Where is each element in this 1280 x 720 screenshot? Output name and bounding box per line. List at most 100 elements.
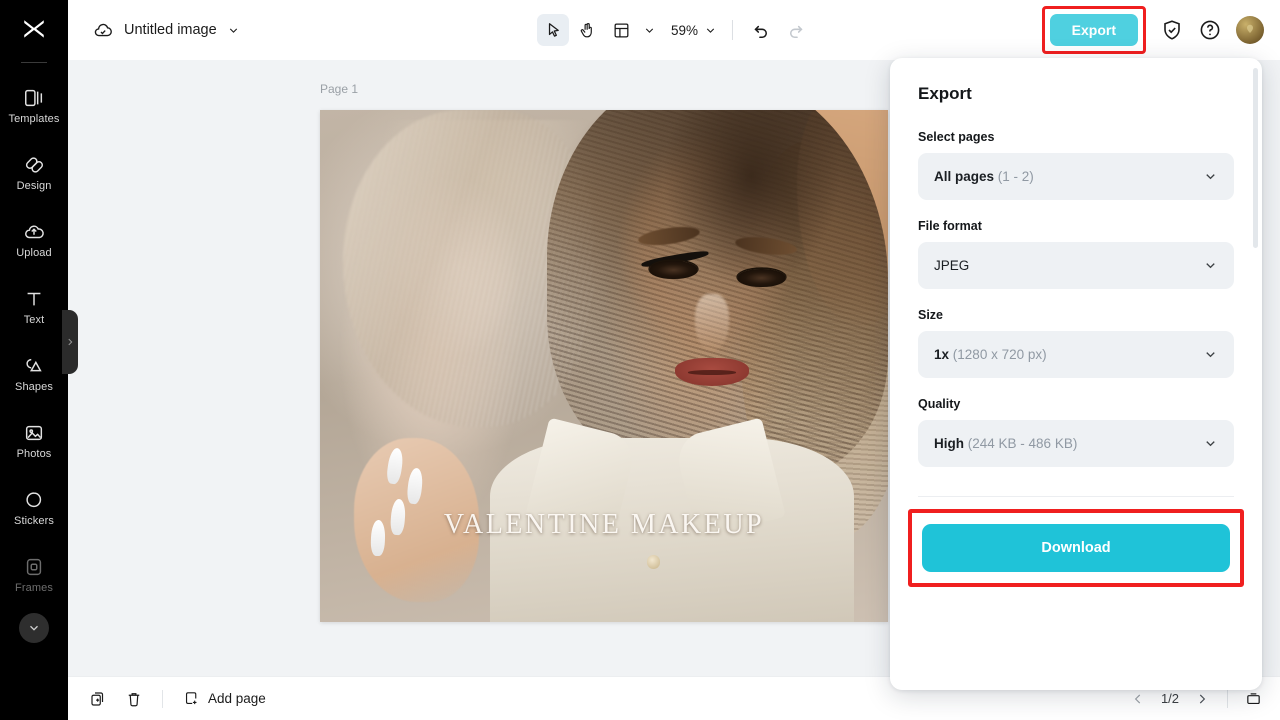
- sidebar-collapse-handle[interactable]: [62, 310, 78, 374]
- capcut-logo-icon: [24, 20, 44, 38]
- quality-value: High (244 KB - 486 KB): [934, 436, 1077, 451]
- select-tool-button[interactable]: [536, 14, 569, 46]
- document-title[interactable]: Untitled image: [124, 22, 217, 38]
- chevron-down-icon: [1206, 263, 1215, 269]
- cloud-check-icon: [94, 23, 112, 37]
- hand-tool-button[interactable]: [571, 14, 603, 46]
- file-format-dropdown[interactable]: JPEG: [918, 242, 1234, 289]
- sidebar-label: Design: [16, 180, 52, 192]
- page-actions: Add page: [68, 683, 274, 715]
- panel-scrollbar[interactable]: [1253, 68, 1258, 248]
- duplicate-page-button[interactable]: [82, 683, 114, 715]
- sidebar-item-templates[interactable]: Templates: [0, 75, 68, 137]
- sidebar-item-shapes[interactable]: Shapes: [0, 343, 68, 405]
- shield-check-icon[interactable]: [1160, 18, 1184, 42]
- download-button-highlight: Download: [908, 509, 1244, 587]
- chevron-down-icon: [30, 625, 38, 631]
- capcut-editor-window: Templates Design Upload Text Shapes Phot…: [0, 0, 1280, 720]
- export-panel-title: Export: [918, 84, 972, 103]
- page-count: 1/2: [1160, 691, 1180, 706]
- add-page-icon: [185, 692, 197, 705]
- undo-button[interactable]: [745, 14, 777, 46]
- canvas-tools: 59%: [536, 14, 811, 46]
- value-strong: All pages: [934, 169, 995, 184]
- download-button[interactable]: Download: [922, 524, 1230, 572]
- chevron-left-icon: [1134, 694, 1141, 703]
- add-page-label: Add page: [208, 691, 266, 706]
- file-format-value: JPEG: [934, 258, 969, 273]
- sidebar-item-photos[interactable]: Photos: [0, 410, 68, 472]
- value-muted: (1280 x 720 px): [952, 347, 1047, 362]
- chevron-down-icon: [706, 27, 714, 33]
- sidebar-item-text[interactable]: Text: [0, 276, 68, 338]
- photos-image-icon: [23, 422, 45, 444]
- chevron-down-icon: [1206, 352, 1215, 358]
- design-page-1[interactable]: VALENTINE MAKEUP: [320, 110, 888, 622]
- quality-dropdown[interactable]: High (244 KB - 486 KB): [918, 420, 1234, 467]
- redo-arrow-icon: [789, 25, 803, 38]
- chevron-right-icon: [68, 338, 73, 346]
- chevron-down-icon: [645, 27, 653, 33]
- sidebar-item-frames[interactable]: Frames: [0, 544, 68, 606]
- artwork-title-text: VALENTINE MAKEUP: [443, 509, 765, 541]
- document-title-group: Untitled image: [68, 19, 240, 41]
- field-label: Quality: [918, 397, 961, 411]
- sidebar-label: Upload: [16, 247, 52, 259]
- hand-icon: [580, 22, 592, 37]
- sidebar-item-upload[interactable]: Upload: [0, 209, 68, 271]
- sidebar-label: Shapes: [15, 381, 53, 393]
- text-t-icon: [23, 288, 45, 310]
- size-dropdown[interactable]: 1x (1280 x 720 px): [918, 331, 1234, 378]
- layout-dropdown-button[interactable]: [639, 15, 659, 45]
- shapes-icon: [23, 355, 45, 377]
- zoom-dropdown-button[interactable]: [700, 15, 720, 45]
- chevron-right-icon: [1199, 694, 1206, 703]
- size-value: 1x (1280 x 720 px): [934, 347, 1047, 362]
- export-button-highlight: Export: [1041, 6, 1146, 54]
- field-quality: Quality High (244 KB - 486 KB): [918, 397, 1234, 467]
- value-strong: 1x: [934, 347, 950, 362]
- sticker-icon: [23, 489, 45, 511]
- sidebar-label: Stickers: [14, 515, 54, 527]
- chevron-down-icon[interactable]: [227, 24, 240, 37]
- artwork-eye-right: [737, 268, 786, 288]
- delete-page-button[interactable]: [118, 683, 150, 715]
- select-pages-dropdown[interactable]: All pages (1 - 2): [918, 153, 1234, 200]
- add-page-button[interactable]: Add page: [175, 685, 274, 712]
- avatar[interactable]: [1236, 16, 1264, 44]
- value-muted: (1 - 2): [997, 169, 1034, 184]
- artwork-image: VALENTINE MAKEUP: [320, 110, 888, 622]
- upload-cloud-icon: [23, 221, 45, 243]
- export-panel: Export Select pages All pages (1 - 2) Fi…: [890, 58, 1262, 690]
- sidebar-item-design[interactable]: Design: [0, 142, 68, 204]
- bottombar-divider: [162, 689, 163, 708]
- sidebar-more-button[interactable]: [19, 613, 49, 643]
- chevron-down-icon: [1206, 174, 1215, 180]
- value-muted: JPEG: [934, 258, 970, 273]
- bottombar-divider: [1227, 689, 1228, 708]
- artwork-nose: [694, 294, 729, 351]
- layout-tool-button[interactable]: [605, 14, 637, 46]
- field-label: File format: [918, 219, 982, 233]
- top-toolbar: Untitled image 59% Export: [68, 0, 1280, 60]
- sidebar-label: Templates: [8, 113, 60, 125]
- redo-button[interactable]: [779, 14, 811, 46]
- value-muted: (244 KB - 486 KB): [967, 436, 1078, 451]
- chevron-down-icon: [1206, 441, 1215, 447]
- question-circle-icon[interactable]: [1198, 18, 1222, 42]
- sidebar-label: Text: [23, 314, 45, 326]
- templates-icon: [23, 87, 45, 109]
- cursor-arrow-icon: [548, 22, 559, 37]
- sidebar-label: Photos: [16, 448, 52, 460]
- layout-grid-icon: [614, 23, 628, 37]
- field-file-format: File format JPEG: [918, 219, 1234, 289]
- sidebar-divider: [21, 62, 47, 63]
- app-logo[interactable]: [0, 0, 68, 60]
- sidebar-label: Frames: [15, 582, 53, 594]
- frames-icon: [23, 556, 45, 578]
- left-sidebar: Templates Design Upload Text Shapes Phot…: [0, 0, 68, 720]
- export-button[interactable]: Export: [1049, 14, 1138, 46]
- design-icon: [23, 154, 45, 176]
- sidebar-item-stickers[interactable]: Stickers: [0, 477, 68, 539]
- select-pages-value: All pages (1 - 2): [934, 169, 1034, 184]
